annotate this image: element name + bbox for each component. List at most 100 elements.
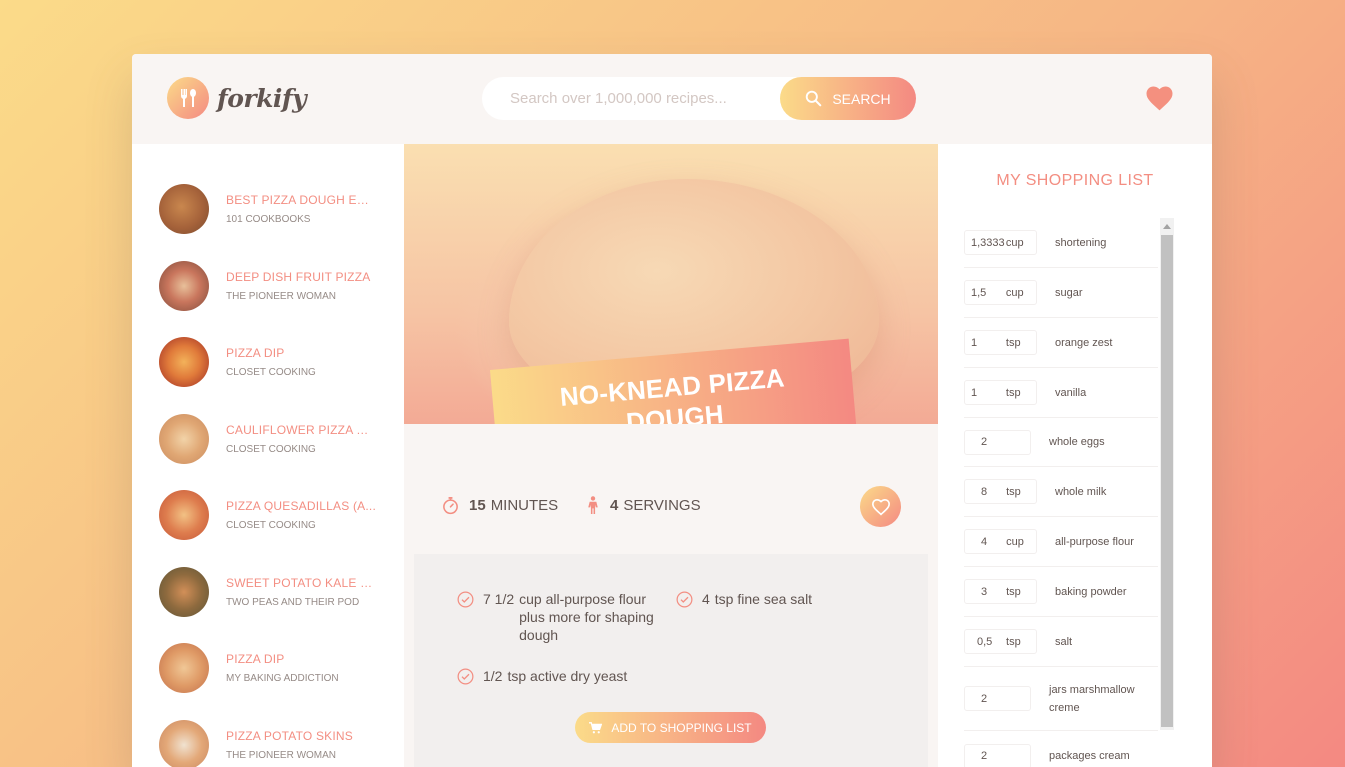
- likes-menu[interactable]: [1145, 85, 1174, 115]
- recipe-ingredients: 7 1/2 cup all-purpose flour plus more fo…: [414, 554, 928, 767]
- shopping-item-count[interactable]: 8 tsp: [964, 479, 1037, 504]
- search-icon: [806, 90, 822, 107]
- shopping-item-desc: vanilla: [1055, 386, 1087, 399]
- heart-outline-icon: [871, 498, 890, 515]
- result-author: CLOSET COOKING: [226, 367, 316, 378]
- add-to-shopping-list-button[interactable]: ADD TO SHOPPING LIST: [575, 712, 766, 743]
- shopping-item: 1 tsp orange zest: [964, 318, 1158, 368]
- shopping-item-count[interactable]: 2: [964, 743, 1031, 767]
- shopping-item-count[interactable]: 0,5 tsp: [964, 629, 1037, 654]
- result-author: TWO PEAS AND THEIR POD: [226, 597, 360, 608]
- shopping-item-count[interactable]: 1,5 cup: [964, 280, 1037, 305]
- ingredient-item: 4 tsp fine sea salt: [676, 590, 855, 608]
- result-item[interactable]: PIZZA QUESADILLAS (A... CLOSET COOKING: [159, 490, 399, 540]
- recipe: NO-KNEAD PIZZA DOUGH 15 MINUTES 4 SERVIN…: [404, 144, 938, 767]
- shopping-item-desc: orange zest: [1055, 336, 1113, 349]
- recipe-minutes: 15: [469, 497, 486, 514]
- shopping-item: 0,5 tsp salt: [964, 617, 1158, 667]
- check-circle-icon: [676, 591, 693, 608]
- result-author: 101 COOKBOOKS: [226, 214, 311, 225]
- result-thumbnail: [159, 567, 209, 617]
- heart-icon: [1146, 86, 1173, 111]
- ingredient-count: 4: [702, 591, 710, 607]
- count-value: 1: [971, 386, 978, 399]
- result-author: MY BAKING ADDICTION: [226, 673, 339, 684]
- logo[interactable]: forkify: [167, 77, 307, 119]
- result-thumbnail: [159, 643, 209, 693]
- ingredient-count: 1/2: [483, 668, 503, 684]
- scroll-up-arrow-icon[interactable]: [1160, 218, 1174, 234]
- check-circle-icon: [457, 591, 474, 608]
- like-recipe-button[interactable]: [860, 486, 901, 527]
- result-title: CAULIFLOWER PIZZA CR...: [226, 423, 376, 437]
- result-author: CLOSET COOKING: [226, 520, 316, 531]
- shopping-item-count[interactable]: 2: [964, 686, 1031, 711]
- result-item[interactable]: PIZZA DIP CLOSET COOKING: [159, 337, 399, 387]
- scrollbar-thumb[interactable]: [1161, 235, 1173, 727]
- search-form: SEARCH: [482, 77, 916, 120]
- result-title: BEST PIZZA DOUGH EVER: [226, 193, 376, 207]
- result-title: SWEET POTATO KALE PI...: [226, 576, 376, 590]
- recipe-time: 15 MINUTES: [442, 496, 558, 515]
- recipe-minutes-label: MINUTES: [490, 497, 559, 514]
- recipe-servings-count: 4: [610, 497, 619, 514]
- shopping-item-count[interactable]: 1,3333 cup: [964, 230, 1037, 255]
- count-value: 0,5: [977, 635, 993, 648]
- ingredient-item: 7 1/2 cup all-purpose flour plus more fo…: [457, 590, 659, 644]
- count-unit: tsp: [1006, 635, 1021, 648]
- shopping-item: 2 whole eggs: [964, 418, 1158, 467]
- shopping-item-desc: whole milk: [1055, 485, 1107, 498]
- result-item[interactable]: PIZZA DIP MY BAKING ADDICTION: [159, 643, 399, 693]
- result-item[interactable]: DEEP DISH FRUIT PIZZA THE PIONEER WOMAN: [159, 261, 399, 311]
- count-value: 8: [981, 485, 988, 498]
- result-thumbnail: [159, 490, 209, 540]
- shopping-item: 3 tsp baking powder: [964, 567, 1158, 617]
- shopping-item-count[interactable]: 2: [964, 429, 1031, 455]
- count-unit: tsp: [1006, 585, 1021, 598]
- shopping-item: 1,5 cup sugar: [964, 268, 1158, 318]
- ingredient-count: 7 1/2: [483, 591, 515, 607]
- result-item[interactable]: SWEET POTATO KALE PI... TWO PEAS AND THE…: [159, 567, 399, 617]
- count-value: 2: [981, 750, 988, 762]
- shopping-item-desc: sugar: [1055, 286, 1083, 299]
- result-thumbnail: [159, 720, 209, 767]
- search-button[interactable]: SEARCH: [780, 77, 916, 120]
- result-item[interactable]: CAULIFLOWER PIZZA CR... CLOSET COOKING: [159, 414, 399, 464]
- shopping-item-desc: whole eggs: [1049, 436, 1105, 448]
- shopping-item-count[interactable]: 3 tsp: [964, 579, 1037, 604]
- app-window: forkify SEARCH BEST PIZZA DOUGH EVER: [132, 54, 1212, 767]
- result-title: PIZZA DIP: [226, 346, 285, 360]
- ingredient-desc: cup all-purpose flour plus more for shap…: [519, 591, 654, 643]
- search-input[interactable]: [510, 90, 770, 107]
- count-unit: tsp: [1005, 386, 1021, 399]
- result-author: CLOSET COOKING: [226, 444, 316, 455]
- shopping-item: 2 packages cream: [964, 731, 1158, 767]
- result-title: PIZZA POTATO SKINS: [226, 729, 353, 743]
- count-value: 2: [981, 692, 988, 705]
- shopping-list-items: 1,3333 cup shortening 1,5 cup sugar 1 ts…: [964, 218, 1174, 767]
- recipe-servings-label: SERVINGS: [623, 497, 701, 514]
- count-unit: cup: [1006, 535, 1024, 548]
- shopping-item-desc: salt: [1055, 635, 1073, 648]
- result-title: PIZZA QUESADILLAS (A...: [226, 499, 376, 513]
- shopping-item-count[interactable]: 4 cup: [964, 529, 1037, 554]
- result-item[interactable]: PIZZA POTATO SKINS THE PIONEER WOMAN: [159, 720, 399, 767]
- ingredient-desc: tsp fine sea salt: [714, 591, 813, 607]
- shopping-list-scrollbar[interactable]: [1160, 218, 1174, 730]
- count-unit: cup: [1005, 236, 1024, 249]
- result-thumbnail: [159, 261, 209, 311]
- recipe-details: 15 MINUTES 4 SERVINGS: [414, 424, 928, 554]
- check-circle-icon: [457, 668, 474, 685]
- shopping-item-desc: baking powder: [1055, 585, 1127, 598]
- shopping-item-desc: packages cream: [1049, 750, 1130, 762]
- shopping-item-count[interactable]: 1 tsp: [964, 380, 1037, 405]
- shopping-list: MY SHOPPING LIST 1,3333 cup shortening 1…: [938, 144, 1212, 767]
- ingredient-desc: tsp active dry yeast: [507, 668, 628, 684]
- result-title: PIZZA DIP: [226, 652, 285, 666]
- count-value: 4: [981, 535, 988, 548]
- result-item[interactable]: BEST PIZZA DOUGH EVER 101 COOKBOOKS: [159, 184, 399, 234]
- shopping-item-count[interactable]: 1 tsp: [964, 330, 1037, 355]
- result-thumbnail: [159, 414, 209, 464]
- add-to-shopping-list-label: ADD TO SHOPPING LIST: [611, 720, 752, 735]
- count-value: 2: [981, 436, 988, 448]
